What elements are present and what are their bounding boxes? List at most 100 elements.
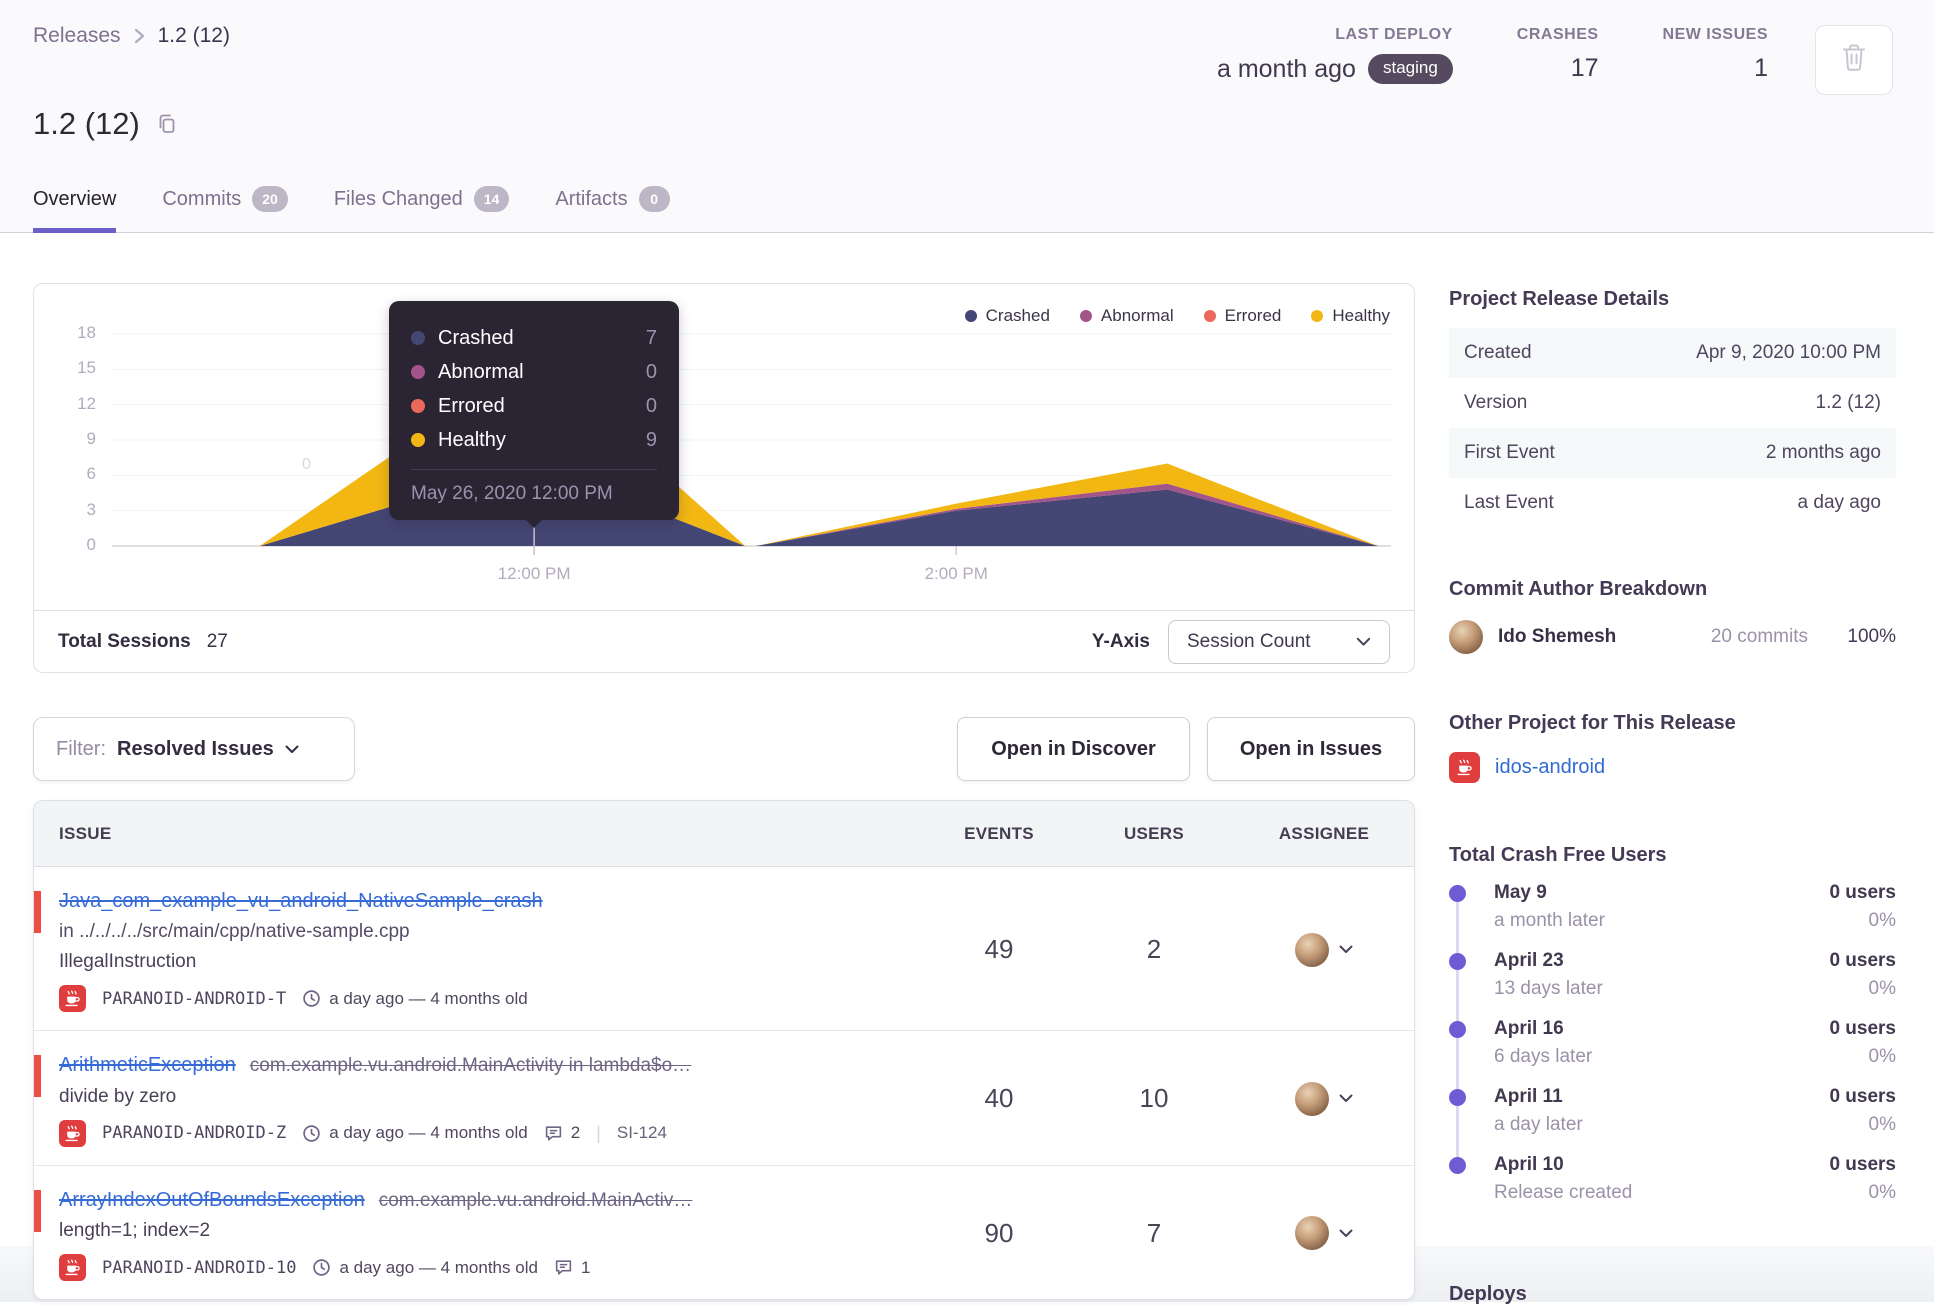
yaxis-selected-value: Session Count [1187,630,1311,652]
chevron-down-icon [1356,637,1371,647]
header-stat-last-deploy: LAST DEPLOY a month ago staging [1217,26,1453,84]
issue-age: a day ago — 4 months old [302,989,528,1009]
issue-message: divide by zero [59,1085,177,1107]
issue-age: a day ago — 4 months old [312,1257,538,1278]
column-header-issue: ISSUE [59,823,112,843]
chart-stray-zero-label: 0 [302,456,311,473]
stat-value-text: 1 [1754,54,1768,82]
commit-author-list: Ido Shemesh 20 commits 100% [1449,620,1896,654]
assignee-dropdown[interactable] [1234,1186,1414,1282]
project-icon [1449,752,1480,783]
issue-title-link[interactable]: ArithmeticException [59,1054,236,1076]
copy-icon[interactable] [156,112,178,136]
deploys-heading: Deploys [1449,1283,1527,1305]
issues-table: ISSUE EVENTS USERS ASSIGNEE Java_com_exa… [33,800,1415,1301]
tab-artifacts[interactable]: Artifacts 0 [555,186,670,233]
crash-free-item: April 23 0 users 13 days later 0% [1449,950,1896,1018]
crash-free-heading: Total Crash Free Users [1449,844,1667,866]
tab-bar: Overview Commits 20 Files Changed 14 Artifact… [33,186,670,233]
legend-item-crashed[interactable]: Crashed [964,306,1050,326]
detail-value: a day ago [1797,492,1881,513]
issue-title-link[interactable]: ArrayIndexOutOfBoundsException [59,1189,365,1211]
project-icon [59,1254,86,1282]
issue-summary: ArrayIndexOutOfBoundsException com.exampl… [34,1186,924,1282]
chevron-down-icon [1339,1094,1353,1103]
crash-free-line1: April 10 0 users [1494,1154,1896,1176]
detail-label: First Event [1464,442,1555,463]
crash-free-caption: 13 days later [1494,978,1603,999]
header-stat-crashes: CRASHES 17 [1517,26,1599,84]
crash-free-caption: Release created [1494,1182,1633,1203]
crash-free-item: April 11 0 users a day later 0% [1449,1086,1896,1154]
y-tick-label: 12 [77,393,96,413]
clock-icon [302,1124,321,1143]
issue-events-count: 49 [984,934,1014,964]
legend-label: Crashed [985,306,1050,325]
unhandled-indicator [34,891,41,933]
tab-overview[interactable]: Overview [33,186,117,233]
crash-free-item: May 9 0 users a month later 0% [1449,882,1896,950]
legend-dot [1311,310,1324,322]
timeline-dot [1449,885,1466,902]
tooltip-row-errored: Errored 0 [411,389,657,423]
sidebar: Project Release Details Created Apr 9, 20… [1449,288,1896,1305]
timeline-dot [1449,1021,1466,1038]
assignee-dropdown[interactable] [1234,1051,1414,1147]
crash-free-line1: April 16 0 users [1494,1018,1896,1040]
breadcrumb-releases-link[interactable]: Releases [33,24,121,48]
legend-dot [1203,310,1216,322]
issue-title-link[interactable]: Java_com_example_vu_android_NativeSample… [59,890,543,912]
yaxis-label: Y-Axis [1091,630,1150,652]
total-sessions-value: 27 [206,630,228,652]
crash-free-users: 0 users [1829,1086,1896,1107]
tooltip-series-value: 7 [645,326,657,349]
total-sessions-label: Total Sessions [58,630,191,652]
issue-row: Java_com_example_vu_android_NativeSample… [34,867,1414,1031]
comment-count[interactable]: 1 [554,1258,590,1278]
open-in-issues-button[interactable]: Open in Issues [1207,717,1415,781]
chart-legend: Crashed Abnormal Errored Healthy [964,306,1390,326]
legend-item-abnormal[interactable]: Abnormal [1079,306,1174,326]
crash-free-date: April 11 [1494,1086,1563,1107]
tooltip-series-value: 9 [645,428,657,451]
delete-release-button[interactable] [1815,25,1893,95]
filter-label: Filter: [56,737,106,760]
issue-age-text: a day ago — 4 months old [339,1257,538,1277]
crash-free-line2: Release created 0% [1494,1182,1896,1204]
crash-free-percent: 0% [1868,978,1896,999]
crash-free-timeline: May 9 0 users a month later 0% April 23 0 use… [1449,882,1896,1222]
issue-message: IllegalInstruction [59,951,197,972]
sessions-chart[interactable]: Crashed Abnormal Errored Healthy 0 3 6 9 12 15 18… [34,284,1414,611]
other-project-link[interactable]: idos-android [1449,752,1896,783]
tab-files-changed[interactable]: Files Changed 14 [334,186,510,233]
unhandled-indicator [34,1055,41,1097]
x-tick-label: 12:00 PM [497,564,571,583]
stat-value: 17 [1517,54,1599,83]
column-header-users: USERS [1123,823,1185,843]
legend-item-errored[interactable]: Errored [1203,306,1281,326]
stat-value-text: a month ago [1216,54,1356,83]
crash-free-caption: a month later [1494,910,1605,931]
issue-summary: ArithmeticException com.example.vu.androi… [34,1051,924,1147]
author-name: Ido Shemesh [1498,626,1617,647]
tab-commits[interactable]: Commits 20 [162,186,288,233]
stat-label: NEW ISSUES [1662,26,1768,43]
project-slug: PARANOID-ANDROID-T [102,988,287,1009]
crash-free-date: April 23 [1494,950,1564,971]
stat-label: LAST DEPLOY [1335,26,1453,43]
assignee-avatar [1295,1216,1329,1251]
crash-free-line2: a day later 0% [1494,1114,1896,1136]
commit-author-row: Ido Shemesh 20 commits 100% [1449,620,1896,654]
legend-item-healthy[interactable]: Healthy [1311,306,1390,326]
tooltip-series-label: Errored [438,394,505,417]
issues-filter-dropdown[interactable]: Filter: Resolved Issues [33,717,355,781]
comment-count-value: 2 [570,1123,581,1143]
trash-icon [1840,42,1868,78]
detail-value: Apr 9, 2020 10:00 PM [1696,342,1881,363]
comment-count[interactable]: 2 [544,1123,580,1143]
yaxis-select-dropdown[interactable]: Session Count [1168,619,1390,664]
assignee-dropdown[interactable] [1234,887,1414,1012]
other-projects-heading: Other Project for This Release [1449,712,1736,734]
detail-value: 2 months ago [1765,442,1881,463]
open-in-discover-button[interactable]: Open in Discover [957,717,1190,781]
